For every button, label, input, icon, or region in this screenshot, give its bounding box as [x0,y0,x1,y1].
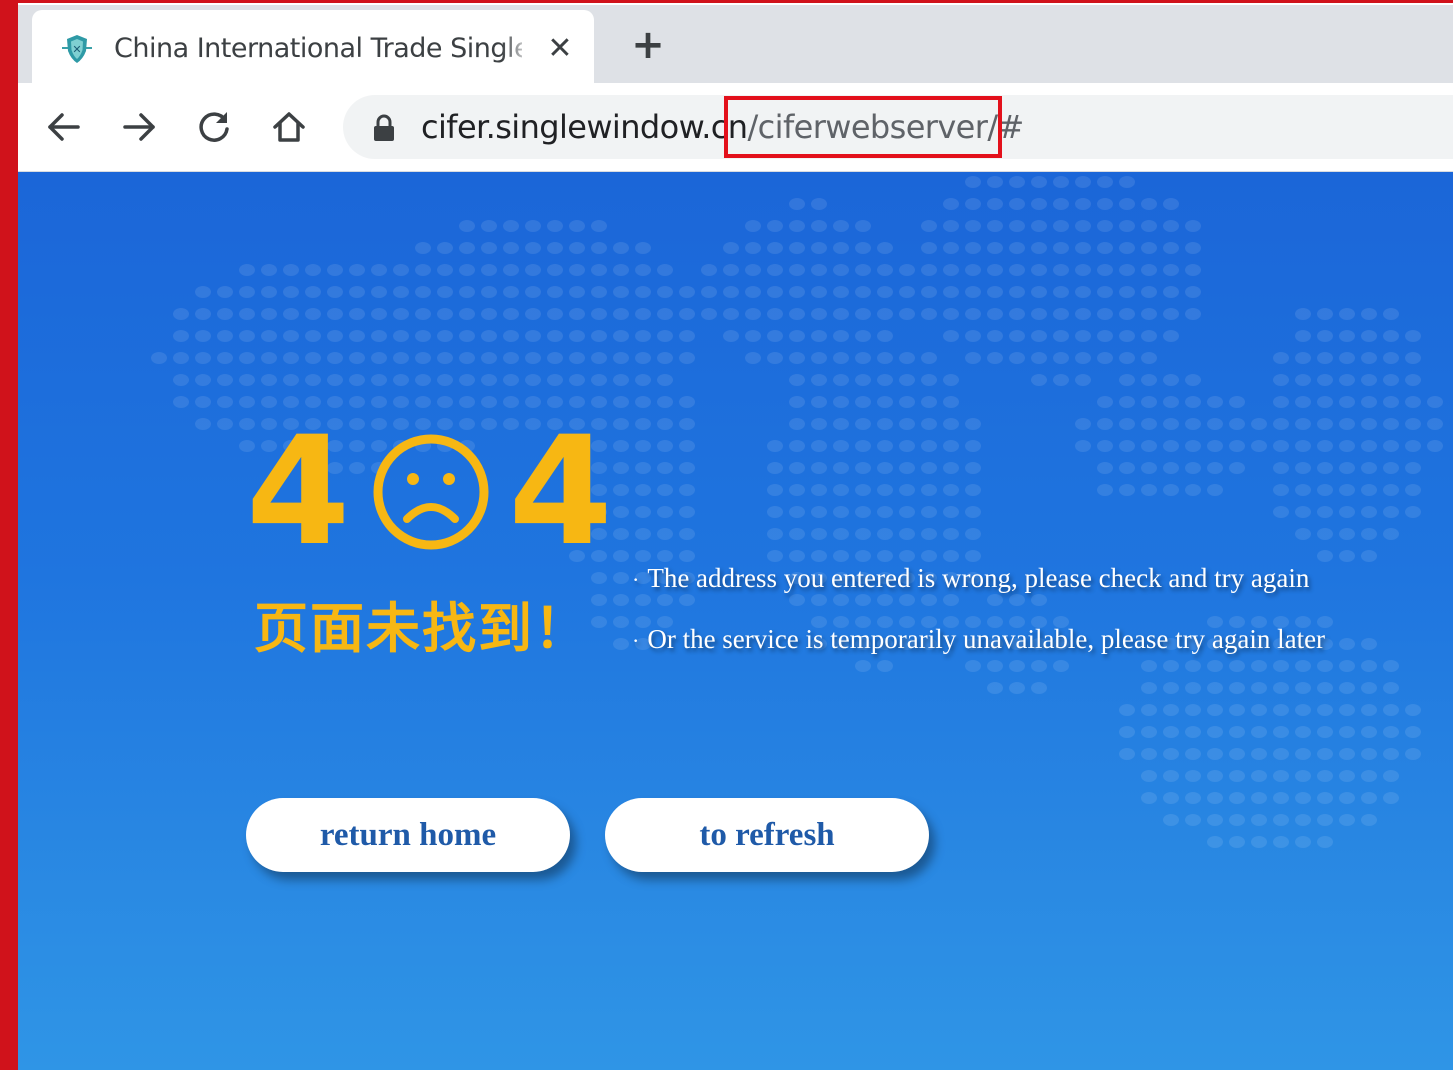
home-icon [273,112,305,142]
shield-favicon-icon: ✕ [62,35,92,63]
lock-icon [374,114,394,141]
new-tab-button[interactable]: + [626,23,670,67]
svg-text:✕: ✕ [72,43,81,56]
error-digit-right: 4 [508,405,613,579]
page-not-found-heading: 页面未找到！ [254,597,590,660]
return-home-button[interactable]: return home [246,798,570,872]
error-message-1: · The address you entered is wrong, pleas… [632,558,1309,598]
error-message-2-text: Or the service is temporarily unavailabl… [647,624,1326,654]
url-host: cifer.singlewindow.cn [421,108,748,146]
back-arrow-icon [48,113,80,141]
error-page: 4 4 页面未找到！ · The address you entered is w… [18,172,1453,1070]
sad-face-icon [373,434,489,550]
home-button[interactable] [265,103,313,151]
forward-arrow-icon [123,113,155,141]
back-button[interactable] [40,103,88,151]
error-message-1-text: The address you entered is wrong, please… [647,563,1310,593]
reload-icon [199,112,229,142]
reload-button[interactable] [190,103,238,151]
refresh-button[interactable]: to refresh [605,798,929,872]
tab-title-fade [502,28,532,68]
browser-tab[interactable]: ✕ China International Trade Single Windo… [32,10,594,83]
annotation-frame-left [14,0,18,1070]
url-path-highlight-box [724,96,1002,158]
bullet: · [632,628,640,653]
tab-title: China International Trade Single Window [114,33,522,64]
error-code-404: 4 4 [246,405,613,579]
tab-strip: ✕ China International Trade Single Windo… [18,5,1453,83]
error-message-2: · Or the service is temporarily unavailab… [632,619,1325,659]
close-tab-icon[interactable]: ✕ [542,31,578,67]
forward-button[interactable] [115,103,163,151]
bullet: · [632,567,640,592]
error-digit-left: 4 [246,405,351,579]
